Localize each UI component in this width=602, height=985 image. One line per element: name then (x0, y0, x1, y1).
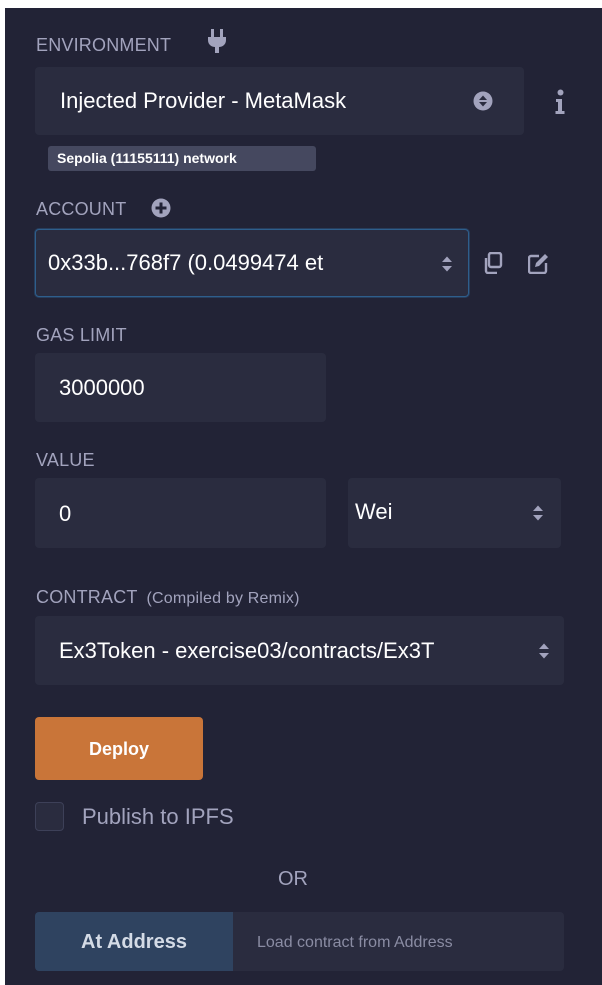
copy-icon[interactable] (483, 252, 503, 274)
account-label: ACCOUNT (36, 199, 127, 219)
chevron-updown-icon (539, 643, 549, 659)
value-amount: 0 (59, 501, 72, 526)
value-label: VALUE (36, 450, 95, 470)
at-address-button-label: At Address (81, 931, 187, 953)
plug-icon (208, 29, 226, 53)
value-input[interactable]: 0 (35, 478, 326, 548)
deploy-button-label: Deploy (88, 739, 149, 759)
contract-sublabel: (Compiled by Remix) (146, 590, 300, 607)
environment-select[interactable]: Injected Provider - MetaMask (35, 67, 524, 135)
plus-circle-icon[interactable] (151, 198, 171, 218)
contract-label-text: CONTRACT (36, 587, 138, 607)
gas-limit-input[interactable]: 3000000 (35, 353, 326, 422)
info-icon[interactable] (555, 89, 565, 115)
publish-ipfs-label: Publish to IPFS (82, 804, 234, 829)
environment-selected-value: Injected Provider - MetaMask (60, 88, 347, 113)
account-select[interactable]: 0x33b...768f7 (0.0499474 et (35, 229, 469, 297)
publish-ipfs-checkbox[interactable] (35, 802, 64, 831)
select-arrows-icon (473, 91, 493, 111)
network-badge-text: Sepolia (11155111) network (57, 150, 237, 166)
contract-select[interactable]: Ex3Token - exercise03/contracts/Ex3T (35, 616, 564, 685)
chevron-updown-icon (442, 256, 452, 272)
gas-limit-label: GAS LIMIT (36, 325, 127, 345)
contract-selected-value: Ex3Token - exercise03/contracts/Ex3T (59, 638, 435, 663)
or-separator: OR (278, 868, 308, 890)
at-address-button[interactable]: At Address (35, 912, 233, 971)
value-unit-select[interactable]: Wei (348, 478, 561, 548)
chevron-updown-icon (533, 505, 543, 521)
account-selected-value: 0x33b...768f7 (0.0499474 et (48, 250, 324, 275)
network-badge: Sepolia (11155111) network (48, 146, 316, 171)
edit-icon[interactable] (528, 252, 550, 274)
environment-label: ENVIRONMENT (36, 35, 172, 55)
at-address-placeholder: Load contract from Address (257, 934, 453, 951)
contract-label: CONTRACT (Compiled by Remix) (36, 585, 300, 611)
gas-limit-value: 3000000 (59, 375, 145, 400)
value-unit: Wei (355, 499, 393, 524)
at-address-input[interactable]: Load contract from Address (233, 912, 564, 971)
deploy-run-panel: ENVIRONMENT Injected Provider - MetaMask… (5, 8, 602, 985)
deploy-button[interactable]: Deploy (35, 717, 203, 780)
